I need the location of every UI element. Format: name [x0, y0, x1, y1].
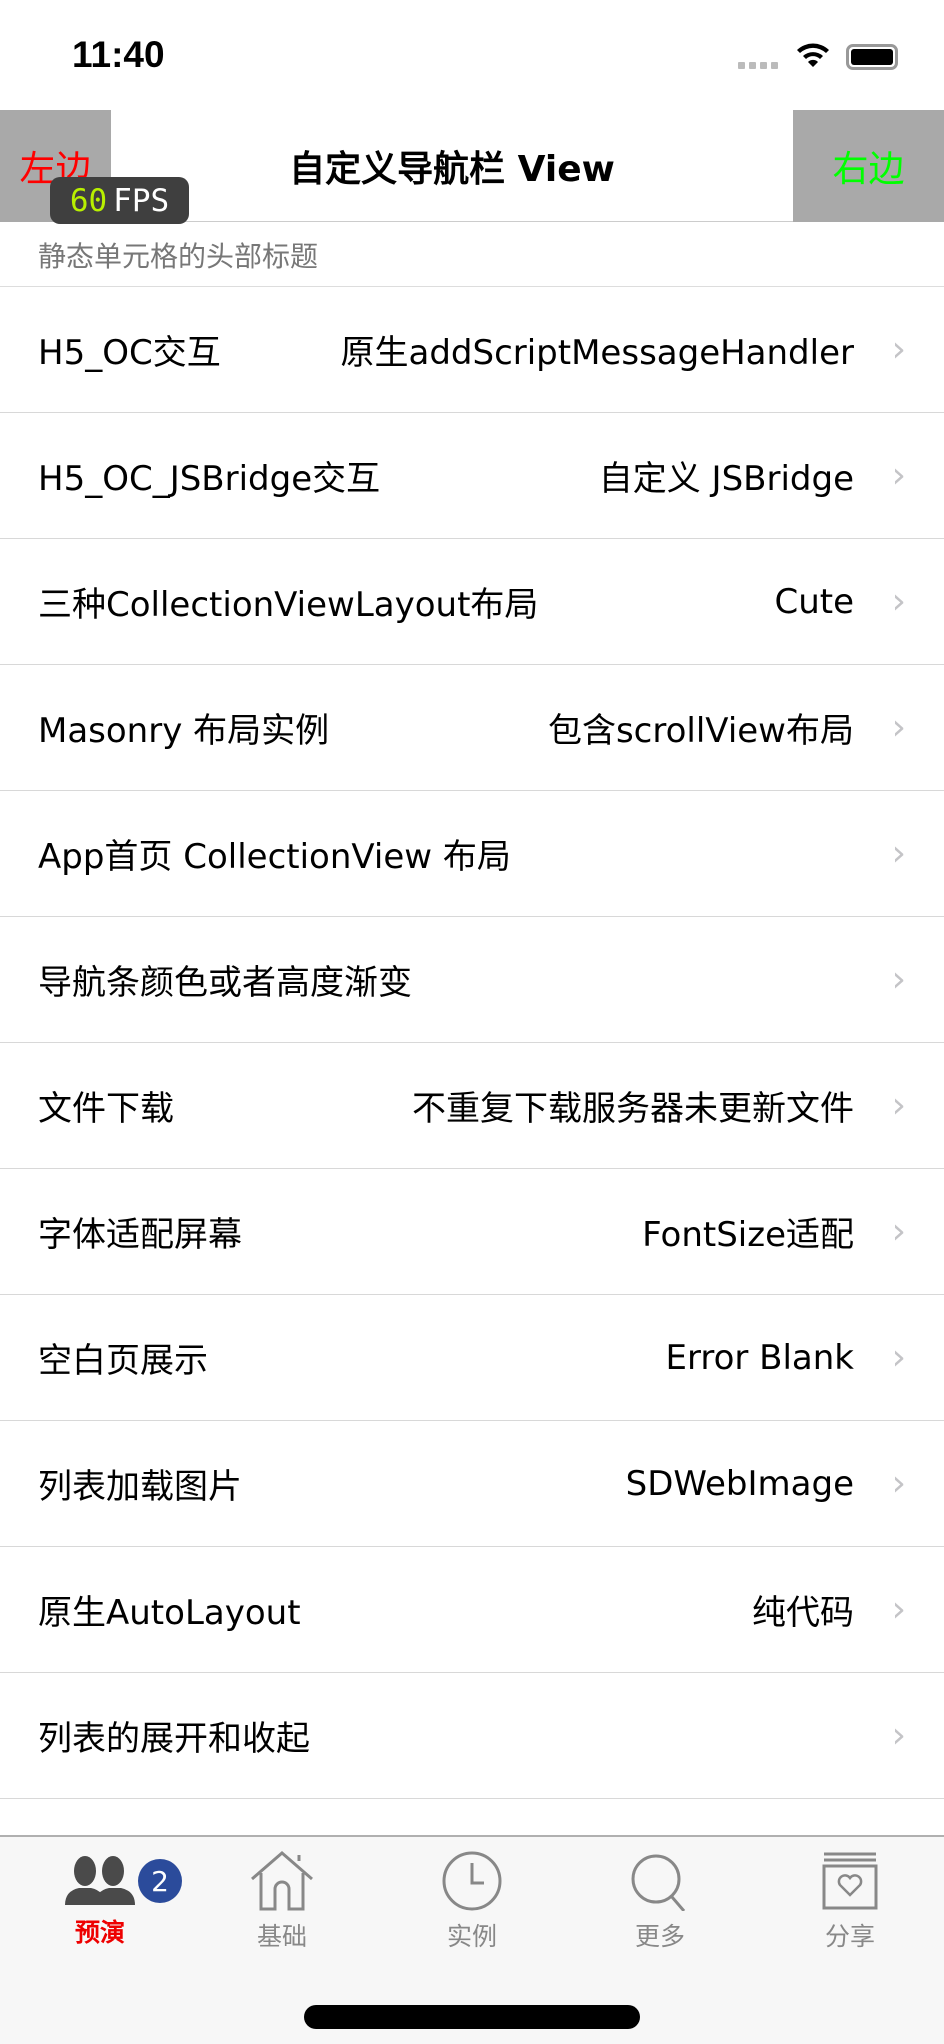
row-title: 导航条颜色或者高度渐变: [38, 963, 412, 1003]
row-title: 文件下载: [38, 1089, 174, 1129]
row-title: H5_OC交互: [38, 333, 221, 373]
section-header: 静态单元格的头部标题: [0, 223, 944, 287]
row-title: App首页 CollectionView 布局: [38, 837, 511, 877]
chevron-right-icon: ›: [891, 1715, 906, 1756]
nav-right-button[interactable]: 右边: [793, 110, 944, 222]
signal-icon: [738, 62, 778, 69]
row-title: H5_OC_JSBridge交互: [38, 459, 381, 499]
row-title: 空白页展示: [38, 1341, 208, 1381]
search-icon: [631, 1854, 686, 1911]
chevron-right-icon: ›: [891, 1085, 906, 1126]
row-title: 三种CollectionViewLayout布局: [38, 585, 539, 625]
row-detail: SDWebImage: [625, 1463, 854, 1504]
table-list: H5_OC交互 原生addScriptMessageHandler › H5_OC_J…: [0, 287, 944, 1799]
home-indicator[interactable]: [304, 2005, 640, 2029]
chevron-right-icon: ›: [891, 455, 906, 496]
battery-icon: [846, 44, 898, 70]
row-detail: 纯代码: [752, 1593, 854, 1633]
table-row[interactable]: H5_OC交互 原生addScriptMessageHandler ›: [0, 287, 944, 413]
row-title: 字体适配屏幕: [38, 1215, 242, 1255]
chevron-right-icon: ›: [891, 959, 906, 1000]
tab-label: 实例: [446, 1922, 497, 1951]
row-detail: 不重复下载服务器未更新文件: [412, 1089, 854, 1129]
tab-badge: 2: [138, 1859, 182, 1903]
row-title: Masonry 布局实例: [38, 711, 330, 751]
tab-more[interactable]: 更多: [600, 1851, 720, 1953]
tab-label: 分享: [824, 1922, 875, 1951]
table-row[interactable]: 列表加载图片 SDWebImage ›: [0, 1421, 944, 1547]
chevron-right-icon: ›: [891, 581, 906, 622]
table-row[interactable]: 导航条颜色或者高度渐变 ›: [0, 917, 944, 1043]
chevron-right-icon: ›: [891, 1589, 906, 1630]
row-detail: 自定义 JSBridge: [598, 459, 854, 499]
row-detail: 原生addScriptMessageHandler: [340, 333, 854, 373]
row-detail: Cute: [774, 581, 854, 622]
tab-preview[interactable]: 2 预演: [40, 1851, 182, 1949]
house-icon: [251, 1851, 313, 1911]
tab-basics[interactable]: 基础: [222, 1851, 342, 1953]
people-icon: [65, 1856, 135, 1905]
table-row[interactable]: 文件下载 不重复下载服务器未更新文件 ›: [0, 1043, 944, 1169]
clock-icon: [442, 1851, 502, 1911]
row-detail: 包含scrollView布局: [547, 711, 854, 751]
row-title: 原生AutoLayout: [38, 1593, 301, 1633]
nav-title: 自定义导航栏 View: [289, 149, 615, 190]
table-row[interactable]: Masonry 布局实例 包含scrollView布局 ›: [0, 665, 944, 791]
fps-indicator: 60 FPS: [50, 177, 189, 224]
chevron-right-icon: ›: [891, 1337, 906, 1378]
row-detail: Error Blank: [665, 1337, 854, 1378]
table-row[interactable]: 列表的展开和收起 ›: [0, 1673, 944, 1799]
status-time: 11:40: [72, 34, 165, 75]
status-bar: 11:40: [0, 0, 944, 110]
section-header-text: 静态单元格的头部标题: [38, 240, 319, 273]
table-row[interactable]: 字体适配屏幕 FontSize适配 ›: [0, 1169, 944, 1295]
wifi-icon: [797, 43, 829, 67]
row-title: 列表加载图片: [38, 1467, 242, 1507]
chevron-right-icon: ›: [891, 833, 906, 874]
row-title: 列表的展开和收起: [38, 1719, 310, 1759]
tab-label: 基础: [256, 1922, 307, 1951]
table-row[interactable]: 原生AutoLayout 纯代码 ›: [0, 1547, 944, 1673]
chevron-right-icon: ›: [891, 1463, 906, 1504]
fps-unit: FPS: [113, 182, 170, 219]
row-detail: FontSize适配: [642, 1215, 854, 1255]
fps-value: 60: [69, 182, 108, 219]
chevron-right-icon: ›: [891, 1211, 906, 1252]
table-row[interactable]: 三种CollectionViewLayout布局 Cute ›: [0, 539, 944, 665]
table-row[interactable]: App首页 CollectionView 布局 ›: [0, 791, 944, 917]
heart-box-icon: [822, 1852, 878, 1910]
tab-label: 预演: [74, 1918, 125, 1947]
chevron-right-icon: ›: [891, 707, 906, 748]
chevron-right-icon: ›: [891, 329, 906, 370]
table-row[interactable]: 空白页展示 Error Blank ›: [0, 1295, 944, 1421]
tab-label: 更多: [634, 1922, 685, 1951]
table-row[interactable]: H5_OC_JSBridge交互 自定义 JSBridge ›: [0, 413, 944, 539]
tab-examples[interactable]: 实例: [412, 1851, 532, 1953]
tab-share[interactable]: 分享: [790, 1851, 910, 1953]
